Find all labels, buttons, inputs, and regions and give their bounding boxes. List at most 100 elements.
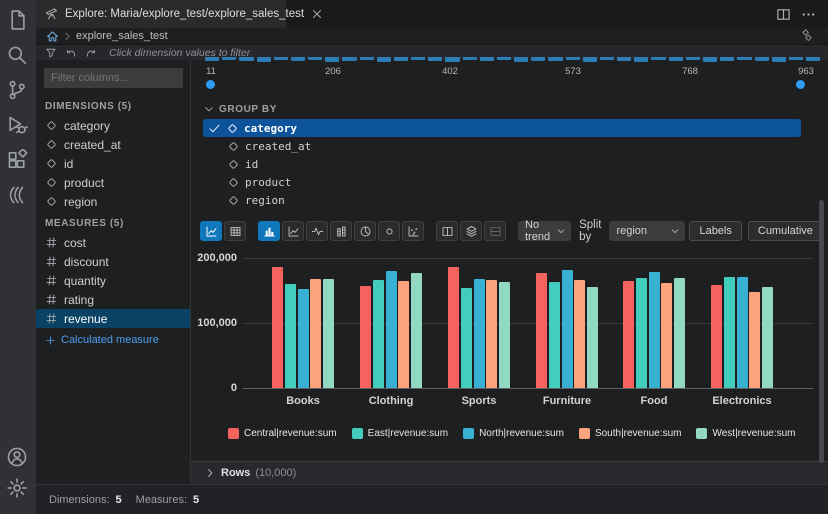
- bar-north-electronics[interactable]: [736, 277, 748, 388]
- bar-east-food[interactable]: [635, 278, 647, 388]
- activity-files[interactable]: [6, 9, 30, 33]
- groupby-item-created_at[interactable]: created_at: [203, 137, 801, 155]
- hash-icon: [45, 274, 58, 287]
- split-rows-button[interactable]: [484, 221, 506, 241]
- activity-extensions[interactable]: [6, 149, 30, 173]
- measure-label: discount: [64, 254, 109, 269]
- cumulative-button[interactable]: Cumulative: [747, 221, 823, 241]
- groupby-item-product[interactable]: product: [203, 173, 801, 191]
- bar-west-sports[interactable]: [499, 282, 511, 388]
- bar-east-sports[interactable]: [460, 288, 472, 388]
- bar-north-furniture[interactable]: [561, 270, 573, 388]
- activity-account[interactable]: [6, 446, 30, 470]
- line-chart-button[interactable]: [282, 221, 304, 241]
- rows-section[interactable]: Rows (10,000): [191, 461, 828, 484]
- undo-icon[interactable]: [65, 47, 77, 59]
- bar-south-sports[interactable]: [486, 280, 498, 388]
- layers-button[interactable]: [460, 221, 482, 241]
- redo-icon[interactable]: [85, 47, 97, 59]
- groupby-item-category[interactable]: category: [203, 119, 801, 137]
- stacked-bar-button[interactable]: [330, 221, 352, 241]
- bar-west-food[interactable]: [674, 278, 686, 388]
- pie-chart-button[interactable]: [354, 221, 376, 241]
- dimension-item-id[interactable]: id: [36, 154, 190, 173]
- slider-handle-right[interactable]: [796, 80, 805, 89]
- slider-handle-left[interactable]: [206, 80, 215, 89]
- bar-north-food[interactable]: [648, 272, 660, 388]
- bar-west-books[interactable]: [323, 279, 335, 388]
- filter-columns-input[interactable]: [44, 68, 183, 88]
- bar-south-furniture[interactable]: [574, 280, 586, 388]
- bar-south-electronics[interactable]: [749, 292, 761, 388]
- measure-item-revenue[interactable]: revenue: [36, 309, 190, 328]
- groupby-item-region[interactable]: region: [203, 191, 801, 209]
- legend-item[interactable]: South|revenue:sum: [578, 427, 681, 439]
- bar-south-books[interactable]: [310, 279, 322, 388]
- bar-central-furniture[interactable]: [535, 273, 547, 388]
- split-by-label: Split by: [579, 219, 602, 243]
- groupby-item-id[interactable]: id: [203, 155, 801, 173]
- activity-source-control[interactable]: [6, 79, 30, 103]
- filter-histogram[interactable]: [205, 57, 821, 65]
- dimension-item-created_at[interactable]: created_at: [36, 135, 190, 154]
- donut-chart-button[interactable]: [378, 221, 400, 241]
- activity-run-debug[interactable]: [6, 114, 30, 138]
- split-columns-button[interactable]: [436, 221, 458, 241]
- legend-item[interactable]: North|revenue:sum: [463, 427, 564, 439]
- activity-database[interactable]: [6, 184, 30, 208]
- diamonds-icon[interactable]: [800, 29, 814, 43]
- measure-item-cost[interactable]: cost: [36, 233, 190, 252]
- x-axis-label: Electronics: [712, 395, 772, 407]
- groupby-header[interactable]: GROUP BY: [203, 103, 277, 115]
- scatter-plot-button[interactable]: [402, 221, 424, 241]
- legend-item[interactable]: East|revenue:sum: [351, 427, 448, 439]
- home-icon[interactable]: [46, 30, 59, 43]
- bar-east-furniture[interactable]: [548, 282, 560, 388]
- bar-central-food[interactable]: [622, 281, 634, 388]
- pulse-button[interactable]: [306, 221, 328, 241]
- bar-east-clothing[interactable]: [372, 280, 384, 388]
- bar-north-books[interactable]: [297, 289, 309, 388]
- calculated-measure-button[interactable]: Calculated measure: [36, 330, 190, 350]
- split-by-select[interactable]: region: [609, 221, 686, 241]
- legend-item[interactable]: Central|revenue:sum: [228, 427, 337, 439]
- bar-central-clothing[interactable]: [359, 286, 371, 388]
- more-actions-icon[interactable]: [801, 7, 816, 22]
- split-editor-icon[interactable]: [776, 7, 791, 22]
- bar-central-electronics[interactable]: [710, 285, 722, 388]
- bar-south-food[interactable]: [661, 283, 673, 388]
- activity-settings-gear[interactable]: [6, 477, 30, 501]
- activity-search[interactable]: [6, 44, 30, 68]
- breadcrumb-item[interactable]: explore_sales_test: [76, 30, 168, 42]
- slider-tick-label: 573: [565, 66, 581, 77]
- bar-south-clothing[interactable]: [398, 281, 410, 388]
- bar-east-electronics[interactable]: [723, 277, 735, 388]
- bar-north-sports[interactable]: [473, 279, 485, 388]
- dimension-item-region[interactable]: region: [36, 192, 190, 211]
- chart-view-button[interactable]: [200, 221, 222, 241]
- measure-item-discount[interactable]: discount: [36, 252, 190, 271]
- bar-central-sports[interactable]: [447, 267, 459, 388]
- bar-chart-button[interactable]: [258, 221, 280, 241]
- trend-select[interactable]: No trend: [518, 219, 572, 243]
- chevron-down-icon: [203, 103, 215, 115]
- bar-west-electronics[interactable]: [762, 287, 774, 388]
- measure-item-quantity[interactable]: quantity: [36, 271, 190, 290]
- scrollbar[interactable]: [819, 200, 824, 463]
- funnel-icon[interactable]: [45, 47, 57, 59]
- measure-item-rating[interactable]: rating: [36, 290, 190, 309]
- close-icon[interactable]: [310, 7, 324, 21]
- dimension-item-product[interactable]: product: [36, 173, 190, 192]
- bar-north-clothing[interactable]: [385, 271, 397, 388]
- source-control-icon: [6, 79, 28, 101]
- dimension-item-category[interactable]: category: [36, 116, 190, 135]
- labels-button[interactable]: Labels: [689, 221, 742, 241]
- bar-west-furniture[interactable]: [587, 287, 599, 388]
- bar-central-books[interactable]: [271, 267, 283, 388]
- table-view-button[interactable]: [224, 221, 246, 241]
- tab-explore[interactable]: Explore: Maria/explore_test/explore_sale…: [36, 0, 322, 28]
- legend-item[interactable]: West|revenue:sum: [696, 427, 796, 439]
- histogram-bar: [737, 57, 752, 60]
- bar-east-books[interactable]: [284, 284, 296, 388]
- bar-west-clothing[interactable]: [411, 273, 423, 388]
